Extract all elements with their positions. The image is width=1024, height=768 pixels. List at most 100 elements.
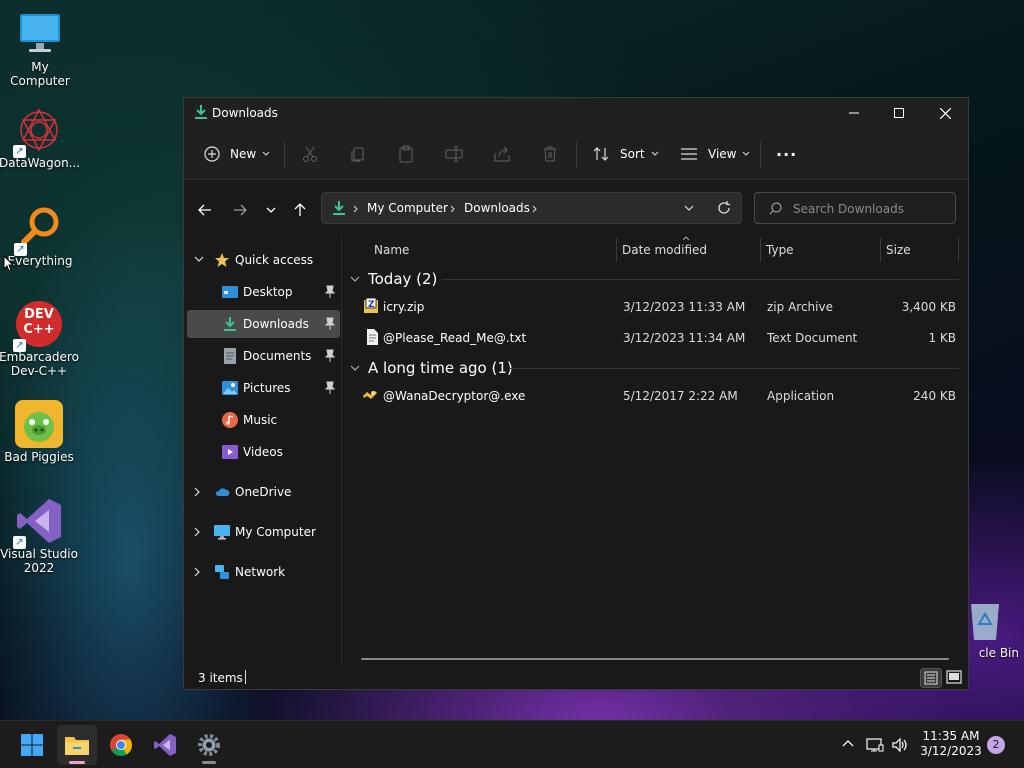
sort-label: Sort [620, 147, 645, 161]
minimize-button[interactable] [831, 98, 877, 128]
new-button[interactable]: New [204, 140, 270, 168]
clipboard-icon [399, 145, 413, 163]
copy-button[interactable] [349, 140, 367, 168]
shortcut-arrow-icon: ↗ [14, 243, 27, 256]
sidebar-item-pictures[interactable]: Pictures [184, 374, 340, 402]
column-divider[interactable] [616, 238, 617, 262]
desktop-icon-devcpp[interactable]: DEV C++ ↗ Embarcadero Dev-C++ [0, 300, 79, 378]
rename-button[interactable] [445, 140, 463, 168]
maximize-button[interactable] [876, 98, 922, 128]
sort-button[interactable]: Sort [592, 140, 659, 168]
divider [576, 142, 577, 168]
paste-button[interactable] [397, 140, 415, 168]
maximize-icon [894, 108, 904, 118]
start-button[interactable] [12, 725, 52, 765]
column-header-size[interactable]: Size [886, 236, 956, 264]
everything-icon: ↗ [14, 204, 64, 256]
volume-icon[interactable] [891, 737, 909, 753]
refresh-icon[interactable] [717, 201, 731, 215]
sidebar-item-my-computer[interactable]: My Computer [184, 518, 340, 546]
back-button[interactable] [193, 198, 217, 222]
sidebar-item-music[interactable]: Music [184, 406, 340, 434]
file-type: Text Document [767, 331, 858, 345]
forward-button[interactable] [228, 198, 252, 222]
group-divider [442, 279, 959, 280]
more-options-button[interactable]: ··· [776, 140, 797, 168]
sidebar-item-quick-access[interactable]: Quick access [184, 246, 340, 274]
taskbar-visual-studio[interactable] [145, 725, 185, 765]
file-row[interactable]: @Please_Read_Me@.txt 3/12/2023 11:34 AM … [344, 323, 964, 353]
address-bar[interactable]: My Computer Downloads [321, 192, 742, 224]
view-list-icon [681, 148, 697, 160]
running-indicator [202, 761, 216, 764]
chevron-up-icon[interactable] [841, 737, 855, 751]
column-divider[interactable] [880, 238, 881, 262]
more-icon: ··· [776, 144, 798, 164]
search-input[interactable] [793, 200, 943, 218]
file-size: 1 KB [928, 331, 956, 345]
details-view-button[interactable] [920, 668, 942, 688]
rename-icon [445, 146, 463, 162]
column-header-name[interactable]: Name [374, 236, 614, 264]
pin-icon[interactable] [324, 381, 336, 395]
desktop-icon-label: Embarcadero Dev-C++ [0, 350, 79, 378]
desktop-icon-label: DataWagon... [0, 156, 81, 170]
address-history-chevron-icon[interactable] [684, 205, 694, 212]
taskbar-file-explorer[interactable] [57, 725, 97, 765]
file-row[interactable]: @WanaDecryptor@.exe 5/12/2017 2:22 AM Ap… [344, 381, 964, 411]
desktop-icon-bad-piggies[interactable]: Bad Piggies [0, 400, 79, 464]
sidebar-item-onedrive[interactable]: OneDrive [184, 478, 340, 506]
group-header-long-ago[interactable]: A long time ago (1) [350, 357, 513, 379]
sidebar-item-network[interactable]: Network [184, 558, 340, 586]
share-icon [494, 146, 510, 162]
network-status-icon[interactable] [866, 737, 884, 753]
column-header-label: Name [374, 243, 410, 257]
desktop-icon-label: My Computer [10, 60, 70, 88]
breadcrumb-my-computer[interactable]: My Computer [367, 201, 448, 215]
up-button[interactable] [288, 198, 312, 222]
shortcut-arrow-icon: ↗ [13, 339, 26, 352]
column-divider[interactable] [958, 238, 959, 262]
tiles-view-button[interactable] [944, 668, 964, 688]
pin-icon[interactable] [324, 349, 336, 363]
recent-locations-button[interactable] [259, 198, 283, 222]
desktop-icon-visual-studio[interactable]: ↗ Visual Studio 2022 [0, 497, 79, 575]
pin-icon[interactable] [324, 285, 336, 299]
sidebar-item-documents[interactable]: Documents [184, 342, 340, 370]
taskbar-chrome[interactable] [101, 725, 141, 765]
sort-icon [593, 147, 609, 161]
desktop-icon-my-computer[interactable]: My Computer [0, 10, 80, 88]
column-header-type[interactable]: Type [766, 236, 876, 264]
minimize-icon [849, 112, 859, 114]
svg-text:Z: Z [368, 300, 375, 310]
pin-icon[interactable] [324, 317, 336, 331]
notification-badge[interactable]: 2 [987, 736, 1005, 754]
breadcrumb-downloads[interactable]: Downloads [464, 201, 530, 215]
horizontal-scrollbar[interactable] [361, 658, 949, 660]
file-name: @Please_Read_Me@.txt [383, 331, 527, 345]
desktop-icon-datawagon[interactable]: ↗ DataWagon... [0, 106, 81, 170]
delete-button[interactable] [541, 140, 559, 168]
window-title: Downloads [212, 106, 278, 120]
column-divider[interactable] [760, 238, 761, 262]
group-header-today[interactable]: Today (2) [350, 268, 437, 290]
cut-button[interactable] [301, 140, 319, 168]
chevron-down-icon [350, 365, 360, 371]
system-clock[interactable]: 11:35 AM 3/12/2023 [918, 729, 984, 759]
view-button[interactable]: View [680, 140, 750, 168]
title-bar[interactable]: Downloads [184, 98, 968, 128]
sidebar-item-desktop[interactable]: Desktop [184, 278, 340, 306]
group-title: Today (2) [368, 270, 438, 288]
close-button[interactable] [922, 98, 968, 128]
share-button[interactable] [493, 140, 511, 168]
folder-icon [65, 737, 89, 755]
sidebar-item-downloads[interactable]: Downloads [187, 310, 340, 338]
chevron-down-icon [194, 256, 204, 262]
column-header-date[interactable]: Date modified [622, 236, 758, 264]
search-box[interactable] [754, 192, 956, 224]
application-icon [363, 391, 377, 399]
sidebar-item-videos[interactable]: Videos [184, 438, 340, 466]
taskbar-settings[interactable] [189, 725, 229, 765]
file-row[interactable]: Z icry.zip 3/12/2023 11:33 AM zip Archiv… [344, 292, 964, 322]
chevron-down-icon [262, 151, 270, 156]
